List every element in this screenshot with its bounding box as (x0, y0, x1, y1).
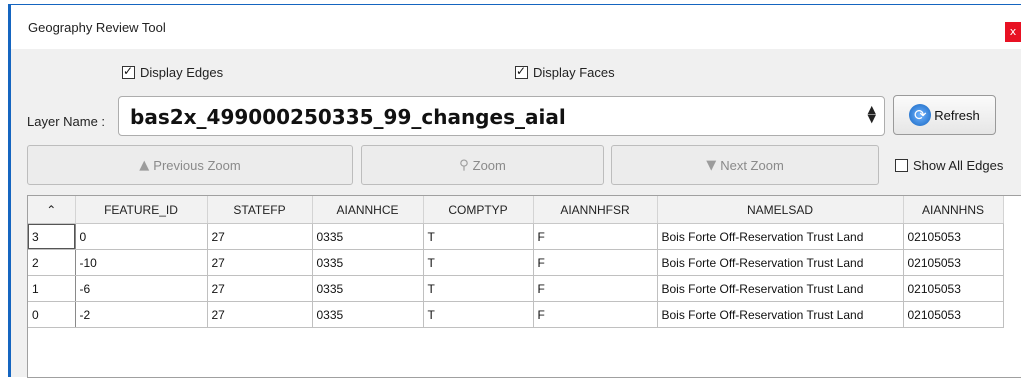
display-edges-box[interactable]: ✓ (122, 64, 135, 79)
zoom-label: Zoom (472, 157, 506, 173)
spinner-arrows-icon[interactable]: ▲ ▼ (868, 104, 876, 124)
display-faces-checkbox[interactable]: ✓ Display Faces (515, 64, 615, 80)
column-header-statefp[interactable]: STATEFP (207, 196, 313, 224)
previous-zoom-label: Previous Zoom (153, 157, 241, 173)
layer-select-value: bas2x_499000250335_99_changes_aial (130, 105, 566, 129)
cell-aiannhns[interactable]: 02105053 (903, 223, 1004, 250)
triangle-up-icon: ▲ (139, 157, 150, 173)
cell-aiannhfsr[interactable]: F (533, 223, 658, 250)
cell-aiannhns[interactable]: 02105053 (903, 249, 1004, 276)
magnifier-icon: ⚲ (459, 157, 469, 173)
column-header-aiannhfsr[interactable]: AIANNHFSR (533, 196, 658, 224)
refresh-button[interactable]: ⟳ Refresh (893, 95, 996, 135)
refresh-icon: ⟳ (909, 104, 932, 126)
table-row[interactable]: 1 -6 27 0335 T F Bois Forte Off-Reservat… (28, 275, 1004, 302)
table-row[interactable]: 0 -2 27 0335 T F Bois Forte Off-Reservat… (28, 301, 1004, 328)
next-zoom-button[interactable]: ▼ Next Zoom (611, 145, 879, 185)
row-number[interactable]: 2 (28, 249, 76, 276)
cell-aiannhce[interactable]: 0335 (312, 301, 424, 328)
column-header-comptyp[interactable]: COMPTYP (423, 196, 534, 224)
cell-statefp[interactable]: 27 (207, 249, 313, 276)
cell-statefp[interactable]: 27 (207, 223, 313, 250)
cell-aiannhce[interactable]: 0335 (312, 275, 424, 302)
display-edges-checkbox[interactable]: ✓ Display Edges (122, 64, 224, 80)
layer-select[interactable]: bas2x_499000250335_99_changes_aial ▲ ▼ (118, 96, 885, 136)
show-all-edges-box[interactable] (895, 159, 908, 172)
sort-ascending-icon: ⌃ (46, 202, 57, 217)
zoom-button[interactable]: ⚲ Zoom (361, 145, 604, 185)
column-header-aiannhns[interactable]: AIANNHNS (903, 196, 1004, 224)
sort-corner-header[interactable]: ⌃ (28, 196, 76, 224)
previous-zoom-button[interactable]: ▲ Previous Zoom (27, 145, 353, 185)
column-header-aiannhce[interactable]: AIANNHCE (312, 196, 424, 224)
cell-statefp[interactable]: 27 (207, 301, 313, 328)
cell-aiannhfsr[interactable]: F (533, 301, 658, 328)
cell-comptyp[interactable]: T (423, 223, 534, 250)
next-zoom-label: Next Zoom (720, 157, 784, 173)
triangle-down-icon: ▼ (706, 157, 717, 173)
cell-namelsad[interactable]: Bois Forte Off-Reservation Trust Land (657, 223, 904, 250)
cell-namelsad[interactable]: Bois Forte Off-Reservation Trust Land (657, 249, 904, 276)
column-header-namelsad[interactable]: NAMELSAD (657, 196, 904, 224)
attribute-table[interactable]: ⌃ FEATURE_ID STATEFP AIANNHCE COMPTYP AI… (27, 195, 1021, 378)
cell-namelsad[interactable]: Bois Forte Off-Reservation Trust Land (657, 301, 904, 328)
column-header-feature-id[interactable]: FEATURE_ID (75, 196, 208, 224)
close-button[interactable]: x (1005, 22, 1021, 42)
table-header-row: ⌃ FEATURE_ID STATEFP AIANNHCE COMPTYP AI… (28, 196, 1004, 224)
row-number[interactable]: 0 (28, 301, 76, 328)
cell-aiannhns[interactable]: 02105053 (903, 275, 1004, 302)
cell-namelsad[interactable]: Bois Forte Off-Reservation Trust Land (657, 275, 904, 302)
checkmark-icon: ✓ (123, 64, 134, 78)
cell-feature-id[interactable]: -2 (75, 301, 208, 328)
cell-comptyp[interactable]: T (423, 275, 534, 302)
row-number[interactable]: 1 (28, 275, 76, 302)
cell-comptyp[interactable]: T (423, 301, 534, 328)
refresh-label: Refresh (934, 107, 980, 123)
row-number[interactable]: 3 (28, 223, 76, 250)
cell-comptyp[interactable]: T (423, 249, 534, 276)
cell-feature-id[interactable]: -6 (75, 275, 208, 302)
cell-aiannhfsr[interactable]: F (533, 275, 658, 302)
cell-feature-id[interactable]: 0 (75, 223, 208, 250)
display-faces-box[interactable]: ✓ (515, 64, 528, 79)
checkmark-icon: ✓ (516, 64, 527, 78)
title-bar: Geography Review Tool x (11, 5, 1021, 49)
display-faces-label: Display Faces (533, 65, 615, 80)
show-all-edges-label: Show All Edges (913, 158, 1004, 173)
cell-aiannhce[interactable]: 0335 (312, 249, 424, 276)
table-row[interactable]: 2 -10 27 0335 T F Bois Forte Off-Reserva… (28, 249, 1004, 276)
cell-aiannhce[interactable]: 0335 (312, 223, 424, 250)
cell-aiannhfsr[interactable]: F (533, 249, 658, 276)
cell-statefp[interactable]: 27 (207, 275, 313, 302)
table-row[interactable]: 3 0 27 0335 T F Bois Forte Off-Reservati… (28, 223, 1004, 250)
layer-name-label: Layer Name : (27, 114, 106, 129)
cell-aiannhns[interactable]: 02105053 (903, 301, 1004, 328)
geography-review-window: Geography Review Tool x ✓ Display Edges … (8, 4, 1021, 378)
cell-feature-id[interactable]: -10 (75, 249, 208, 276)
show-all-edges-checkbox[interactable]: Show All Edges (895, 158, 1003, 173)
window-title: Geography Review Tool (28, 20, 166, 35)
display-edges-label: Display Edges (140, 65, 224, 80)
